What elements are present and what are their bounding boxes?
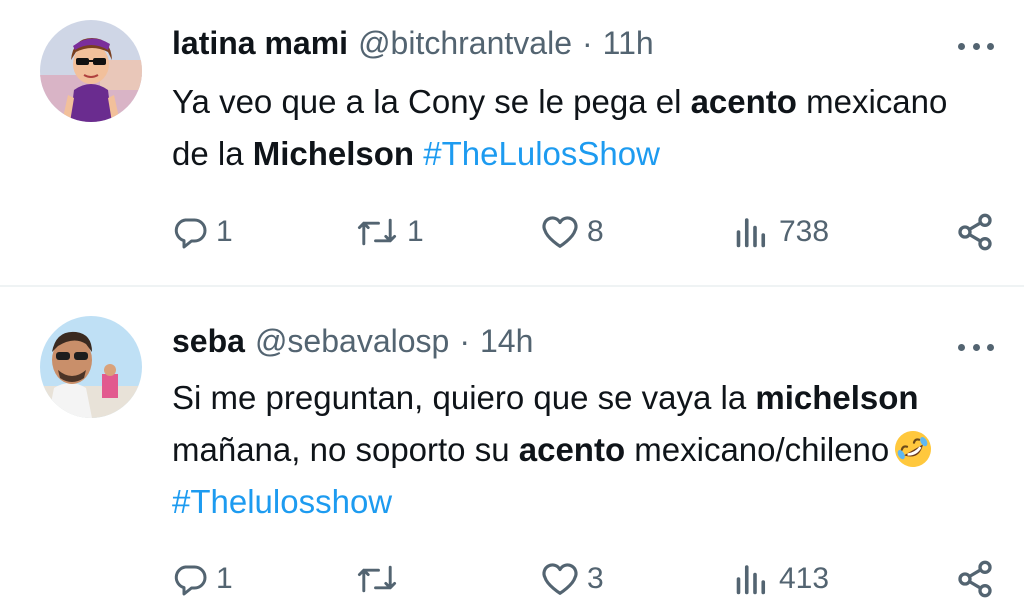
tweet-text: Si me preguntan, quiero que se vaya la m… — [172, 372, 992, 528]
reply-button[interactable]: 1 — [172, 210, 233, 254]
reply-button[interactable]: 1 — [172, 557, 233, 601]
text-segment: mexicano/chileno — [625, 431, 890, 468]
bold-text: michelson — [755, 379, 919, 416]
user-handle[interactable]: @sebavalosp — [255, 323, 449, 360]
separator: · — [459, 322, 470, 359]
separator: · — [581, 24, 593, 61]
action-bar: 1 3 413 — [0, 557, 1024, 601]
tweet-text: Ya veo que a la Cony se le pega el acent… — [172, 76, 992, 180]
bold-text: Michelson — [252, 135, 415, 172]
views-button[interactable]: 413 — [733, 557, 829, 601]
more-icon[interactable] — [958, 36, 994, 56]
more-icon[interactable] — [958, 337, 994, 357]
retweet-button[interactable] — [355, 557, 407, 601]
views-icon — [733, 214, 771, 250]
retweet-icon — [355, 214, 399, 250]
bold-text: acento — [690, 83, 797, 120]
retweet-button[interactable]: 1 — [355, 210, 424, 254]
timestamp[interactable]: 11h — [603, 25, 654, 62]
display-name[interactable]: seba — [172, 323, 245, 360]
avatar[interactable] — [40, 20, 142, 122]
share-icon — [955, 559, 995, 599]
share-button[interactable] — [955, 557, 995, 601]
user-handle[interactable]: @bitchrantvale — [358, 25, 572, 62]
retweet-icon — [355, 561, 399, 597]
rolling-laughing-emoji — [895, 431, 932, 467]
views-icon — [733, 561, 771, 597]
tweet[interactable]: seba @sebavalosp · 14h Si me preguntan, … — [0, 287, 1024, 611]
text-segment: Si me preguntan, quiero que se vaya la — [172, 379, 756, 416]
tweet-header: seba @sebavalosp · 14h — [172, 318, 533, 364]
bold-text: acento — [518, 431, 626, 468]
tweet-header: latina mami @bitchrantvale · 11h — [172, 20, 654, 66]
like-button[interactable]: 8 — [541, 210, 604, 254]
reply-icon — [172, 214, 208, 250]
text-segment: mañana, no soporto su — [172, 431, 519, 468]
like-button[interactable]: 3 — [541, 557, 604, 601]
text-segment: Ya veo que a la Cony se le pega el — [172, 83, 691, 120]
like-count: 8 — [587, 215, 604, 248]
text-segment — [414, 135, 423, 172]
reply-icon — [172, 561, 208, 597]
action-bar: 1 1 8 738 — [0, 210, 1024, 254]
views-count: 413 — [779, 562, 830, 595]
share-button[interactable] — [955, 210, 995, 254]
like-icon — [541, 561, 579, 597]
hashtag-link[interactable]: #TheLulosShow — [423, 135, 660, 172]
like-count: 3 — [587, 562, 604, 595]
reply-count: 1 — [216, 562, 233, 595]
avatar[interactable] — [40, 316, 142, 418]
share-icon — [955, 212, 995, 252]
timestamp[interactable]: 14h — [480, 323, 533, 360]
views-button[interactable]: 738 — [733, 210, 829, 254]
retweet-count: 1 — [407, 215, 424, 248]
tweet[interactable]: latina mami @bitchrantvale · 11h Ya veo … — [0, 0, 1024, 286]
hashtag-link[interactable]: #Thelulosshow — [172, 483, 392, 520]
like-icon — [541, 214, 579, 250]
views-count: 738 — [779, 215, 830, 248]
reply-count: 1 — [216, 215, 233, 248]
display-name[interactable]: latina mami — [172, 25, 348, 62]
